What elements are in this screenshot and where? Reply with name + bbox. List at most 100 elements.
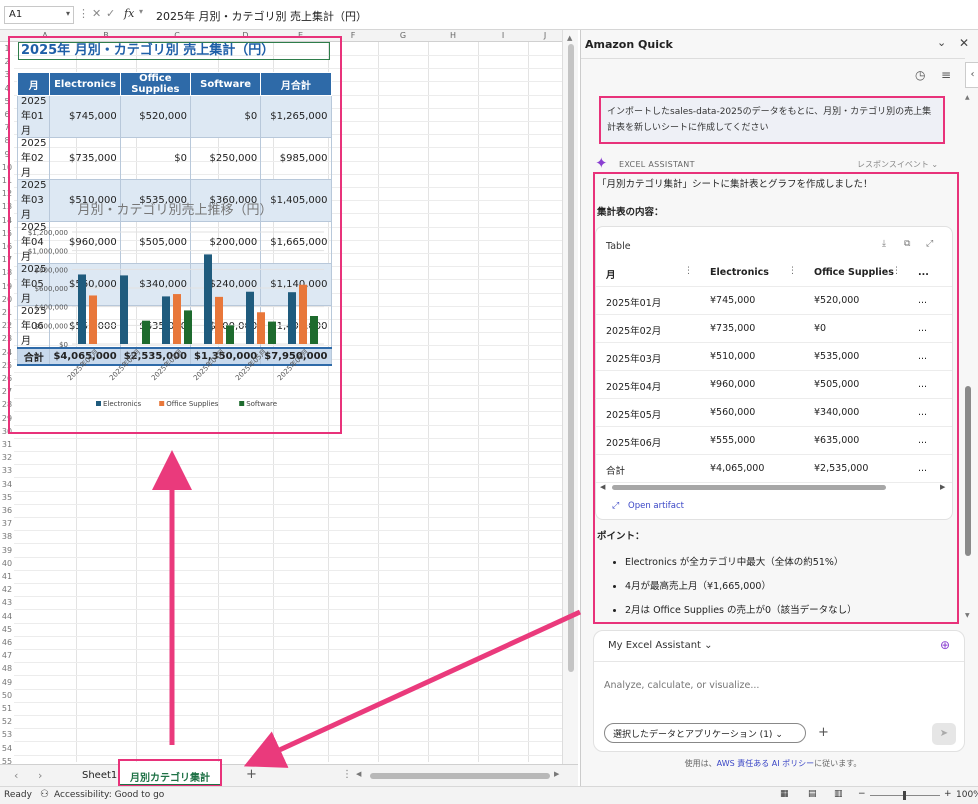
row-header[interactable]: 37 — [0, 517, 14, 530]
scroll-up-icon[interactable]: ▲ — [965, 94, 970, 101]
assistant-selector-label: My Excel Assistant — [608, 640, 701, 651]
policy-link[interactable]: AWS 責任ある AI ポリシー — [717, 759, 814, 768]
zoom-in-icon[interactable]: + — [944, 789, 952, 799]
gridline — [14, 556, 562, 558]
gridline — [14, 583, 562, 584]
highlight-box — [593, 172, 959, 624]
page-layout-icon[interactable]: ▤ — [808, 789, 817, 799]
expand-icon[interactable]: ▾ — [139, 7, 143, 16]
row-header[interactable]: 46 — [0, 636, 14, 649]
gridline — [14, 490, 562, 492]
row-header[interactable]: 38 — [0, 530, 14, 543]
gridline — [14, 741, 562, 743]
row-header[interactable]: 48 — [0, 662, 14, 675]
collapse-icon[interactable]: ‹ — [965, 62, 978, 88]
close-icon[interactable]: ✕ — [959, 36, 969, 50]
gridline — [14, 503, 562, 505]
gridline — [14, 754, 562, 756]
scroll-left-icon[interactable]: ◀ — [356, 770, 361, 778]
vertical-scrollbar[interactable]: ▲ — [562, 30, 578, 764]
row-header[interactable]: 36 — [0, 504, 14, 517]
row-header[interactable]: 53 — [0, 728, 14, 741]
row-header[interactable]: 47 — [0, 649, 14, 662]
zoom-out-icon[interactable]: − — [858, 789, 866, 799]
menu-icon[interactable]: ≡ — [941, 68, 951, 82]
gridline — [14, 635, 562, 637]
accessibility-status[interactable]: Accessibility: Good to go — [54, 790, 164, 800]
row-header[interactable]: 42 — [0, 583, 14, 596]
zoom-level[interactable]: 100% — [956, 790, 978, 800]
add-context-icon[interactable]: + — [818, 725, 829, 740]
row-header[interactable]: 34 — [0, 478, 14, 491]
normal-view-icon[interactable]: ▦ — [780, 789, 789, 799]
row-header[interactable]: 35 — [0, 491, 14, 504]
row-header[interactable]: 52 — [0, 715, 14, 728]
name-box[interactable]: A1 ▾ — [4, 6, 74, 24]
gridline — [14, 728, 562, 730]
column-header[interactable]: I — [478, 30, 528, 42]
assistant-label: EXCEL ASSISTANT — [619, 160, 695, 169]
page-break-icon[interactable]: ▥ — [834, 789, 843, 799]
row-header[interactable]: 32 — [0, 451, 14, 464]
more-options-icon[interactable]: ⋮ — [342, 769, 352, 780]
gridline — [428, 42, 429, 762]
zoom-thumb[interactable] — [903, 791, 906, 800]
chevron-down-icon: ⌄ — [704, 640, 713, 651]
row-header[interactable]: 44 — [0, 610, 14, 623]
enter-icon[interactable]: ✓ — [106, 7, 115, 20]
gridline — [14, 596, 562, 598]
cancel-icon[interactable]: ✕ — [92, 7, 101, 20]
row-header[interactable]: 50 — [0, 689, 14, 702]
assistant-pane: Amazon Quick ⌄ ✕ ◷ ≡ ‹ インポートしたsales-data… — [580, 30, 978, 786]
gridline — [378, 42, 379, 762]
gridline — [14, 451, 562, 452]
horizontal-scrollbar[interactable] — [370, 773, 550, 779]
row-header[interactable]: 43 — [0, 596, 14, 609]
chevron-down-icon[interactable]: ▾ — [66, 9, 70, 18]
row-header[interactable]: 41 — [0, 570, 14, 583]
row-header[interactable]: 39 — [0, 544, 14, 557]
row-header[interactable]: 54 — [0, 742, 14, 755]
highlight-box — [8, 36, 342, 434]
chat-input[interactable] — [604, 675, 944, 695]
gridline — [14, 715, 562, 716]
formula-input[interactable]: 2025年 月別・カテゴリ別 売上集計（円） — [150, 6, 570, 24]
row-header[interactable]: 40 — [0, 557, 14, 570]
gridline — [528, 42, 529, 762]
column-header[interactable]: G — [378, 30, 428, 42]
assistant-selector[interactable]: My Excel Assistant ⌄ — [608, 640, 713, 651]
column-header[interactable]: H — [428, 30, 478, 42]
scroll-right-icon[interactable]: ▶ — [554, 770, 559, 778]
row-header[interactable]: 31 — [0, 438, 14, 451]
scroll-thumb[interactable] — [568, 44, 574, 672]
tab-next-icon[interactable]: › — [38, 769, 42, 782]
scroll-up-icon[interactable]: ▲ — [567, 34, 572, 42]
response-events-toggle[interactable]: レスポンスイベント ⌄ — [857, 159, 938, 170]
scroll-down-icon[interactable]: ▼ — [965, 612, 970, 619]
row-header[interactable]: 51 — [0, 702, 14, 715]
gridline — [14, 662, 562, 664]
tab-prev-icon[interactable]: ‹ — [14, 769, 18, 782]
footer-note: 使用は、AWS 責任ある AI ポリシーに従います。 — [581, 758, 965, 769]
accessibility-icon[interactable]: ⚇ — [40, 789, 49, 800]
name-box-value: A1 — [9, 9, 23, 20]
send-icon[interactable]: ➤ — [932, 723, 956, 745]
new-chat-icon[interactable]: ⊕ — [940, 638, 950, 652]
tab-sheet1[interactable]: Sheet1 — [82, 770, 117, 781]
column-header[interactable]: J — [528, 30, 562, 42]
more-options-icon[interactable]: ⋮ — [78, 7, 89, 20]
row-header[interactable]: 49 — [0, 676, 14, 689]
divider — [594, 661, 964, 662]
formula-bar: A1 ▾ ⋮ ✕ ✓ fx ▾ 2025年 月別・カテゴリ別 売上集計（円） — [0, 0, 978, 30]
history-icon[interactable]: ◷ — [915, 68, 925, 82]
function-icon[interactable]: fx — [124, 7, 134, 20]
highlight-box — [599, 96, 945, 144]
context-button[interactable]: 選択したデータとアプリケーション (1) ⌄ — [604, 723, 806, 743]
add-sheet-button[interactable]: + — [246, 767, 257, 782]
chevron-down-icon[interactable]: ⌄ — [937, 36, 946, 49]
gridline — [14, 675, 562, 677]
chat-input-box: My Excel Assistant ⌄ ⊕ 選択したデータとアプリケーション … — [593, 630, 965, 752]
scroll-thumb[interactable] — [965, 386, 971, 556]
row-header[interactable]: 45 — [0, 623, 14, 636]
row-header[interactable]: 33 — [0, 464, 14, 477]
